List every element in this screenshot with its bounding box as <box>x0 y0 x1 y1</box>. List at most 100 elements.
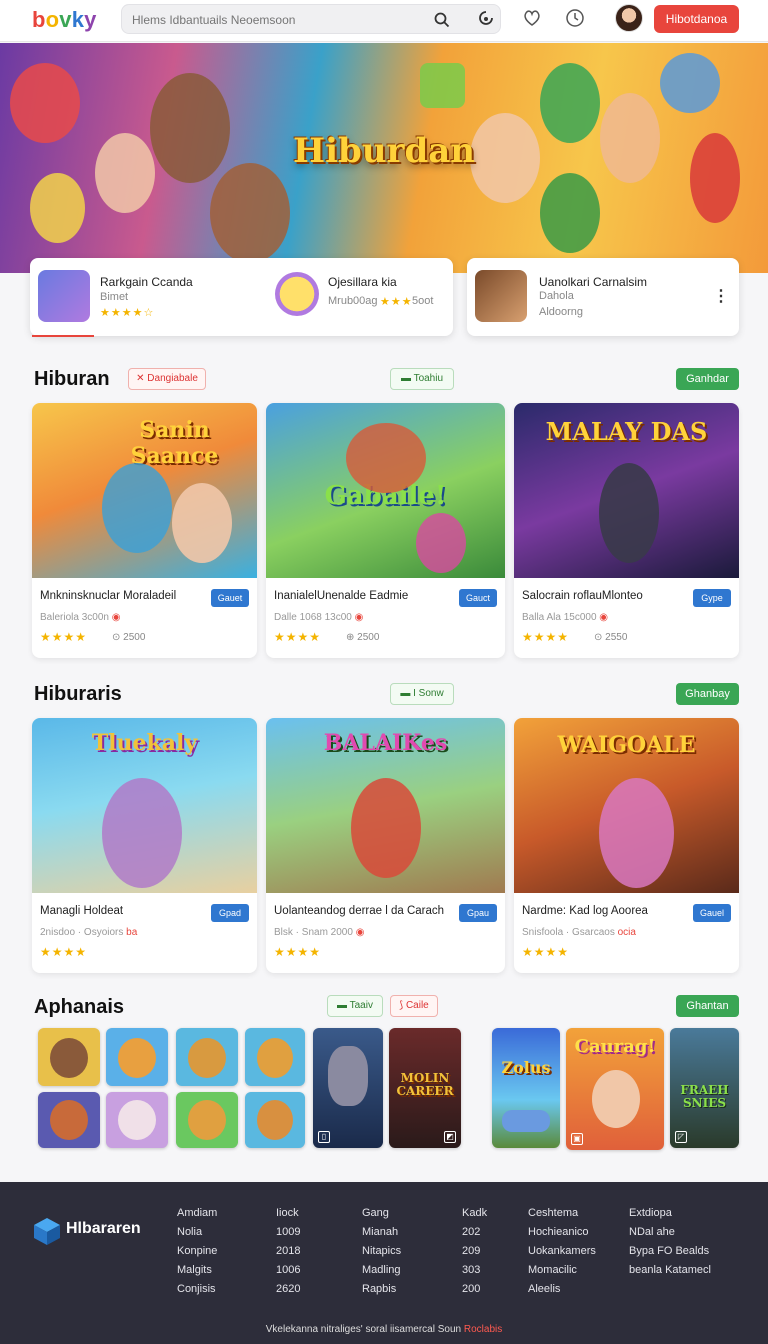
featured-thumbnail[interactable] <box>38 270 90 322</box>
game-title[interactable]: Uolanteandog derrae l da Carach <box>274 905 444 917</box>
game-card[interactable]: Tluekaly Managli Holdeat Gpad 2nisdoo · … <box>32 718 257 973</box>
footer-link[interactable]: Ceshtema <box>528 1204 596 1223</box>
footer-link[interactable]: Gang <box>362 1204 401 1223</box>
game-card[interactable]: BALAIKes Uolanteandog derrae l da Carach… <box>266 718 505 973</box>
game-title[interactable]: Inanialel​Unenalde Eadmie <box>274 590 408 602</box>
game-tag[interactable]: Gauet <box>211 589 249 607</box>
game-tag[interactable]: Gpau <box>459 904 497 922</box>
filter-chip[interactable]: ▬ I Sonw <box>390 683 454 705</box>
badge-icon: ◉ <box>111 612 121 623</box>
game-thumbnail[interactable]: Sanin Saance <box>32 403 257 578</box>
game-poster[interactable]: Caurag! ▣ <box>566 1028 664 1150</box>
filter-chip[interactable]: ▬ Taaiv <box>327 995 383 1017</box>
cube-logo-icon[interactable] <box>32 1216 62 1246</box>
footer-link[interactable]: Iiock <box>276 1204 300 1223</box>
game-tile[interactable] <box>245 1092 305 1148</box>
game-card[interactable]: Gabaile! Inanialel​Unenalde Eadmie Gauct… <box>266 403 505 658</box>
footer-link[interactable]: Nolia <box>177 1223 217 1242</box>
filter-chip[interactable]: ⟆ Caile <box>390 995 438 1017</box>
play-count: ⊙ 2500 <box>112 632 146 643</box>
game-thumbnail[interactable]: WAIGOALE <box>514 718 739 893</box>
game-poster[interactable]: FRAEH SNIES ◸ <box>670 1028 739 1148</box>
game-tag[interactable]: Gauel <box>693 904 731 922</box>
featured-thumbnail[interactable] <box>275 272 319 316</box>
game-character <box>172 483 232 563</box>
footer-link[interactable]: 2620 <box>276 1280 300 1299</box>
footer-link[interactable]: 202 <box>462 1223 487 1242</box>
footer-link[interactable]: 209 <box>462 1242 487 1261</box>
game-tile[interactable] <box>176 1028 238 1086</box>
game-title[interactable]: Salocrain roflauMlonteo <box>522 590 643 602</box>
character-face <box>592 1070 640 1128</box>
microphone-icon[interactable] <box>477 10 495 28</box>
footer-link[interactable]: 200 <box>462 1280 487 1299</box>
footer-link[interactable]: Momacilic <box>528 1261 596 1280</box>
copyright-text: Vkelekanna nitraliges' soral iisamercal … <box>265 1324 462 1335</box>
footer-link[interactable]: Uokankamers <box>528 1242 596 1261</box>
game-tile[interactable] <box>38 1092 100 1148</box>
game-thumbnail[interactable]: Tluekaly <box>32 718 257 893</box>
game-tile[interactable] <box>38 1028 100 1086</box>
footer-link[interactable]: beanla Katamecl <box>629 1261 711 1280</box>
game-poster[interactable]: Zolus <box>492 1028 560 1148</box>
section-action-button[interactable]: Ghantan <box>676 995 739 1017</box>
game-tile[interactable] <box>106 1028 168 1086</box>
filter-chip[interactable]: ▬ Toahiu <box>390 368 454 390</box>
footer-link[interactable]: Hochieanico <box>528 1223 596 1242</box>
footer-link[interactable]: Kadk <box>462 1204 487 1223</box>
footer-link[interactable]: NDal ahe <box>629 1223 711 1242</box>
footer-link[interactable]: Konpine <box>177 1242 217 1261</box>
hero-banner[interactable]: Hiburdan <box>0 43 768 273</box>
footer-link[interactable]: Rapbis <box>362 1280 401 1299</box>
footer-link[interactable]: Madling <box>362 1261 401 1280</box>
search-input[interactable] <box>132 11 422 29</box>
user-avatar[interactable] <box>615 4 643 32</box>
footer-link[interactable]: Aleelis <box>528 1280 596 1299</box>
game-card[interactable]: WAIGOALE Nardme: Kad log Aoorea Gauel Sn… <box>514 718 739 973</box>
search-icon[interactable] <box>433 11 451 29</box>
game-poster[interactable]: ▯ <box>313 1028 383 1148</box>
game-tile[interactable] <box>106 1092 168 1148</box>
section-action-button[interactable]: Ghanbay <box>676 683 739 705</box>
section-action-button[interactable]: Ganhdar <box>676 368 739 390</box>
game-tag[interactable]: Gauct <box>459 589 497 607</box>
site-logo[interactable]: bovky <box>32 7 97 33</box>
game-title[interactable]: Mnkninsknuclar Moraladeil <box>40 590 176 602</box>
game-card[interactable]: Sanin Saance Mnkninsknuclar Moraladeil G… <box>32 403 257 658</box>
featured-thumbnail[interactable] <box>475 270 527 322</box>
featured-title[interactable]: Ojesillara kia <box>328 275 397 289</box>
game-tag[interactable]: Gpad <box>211 904 249 922</box>
heart-icon[interactable] <box>521 7 543 29</box>
game-card[interactable]: MALAY DAS Salocrain roflauMlonteo Gype B… <box>514 403 739 658</box>
featured-title[interactable]: Uanolkari Carnalsim <box>539 275 647 289</box>
footer-link[interactable]: Nitapics <box>362 1242 401 1261</box>
footer-link[interactable]: 1009 <box>276 1223 300 1242</box>
filter-chip[interactable]: ✕ Dangiabale <box>128 368 206 390</box>
clock-icon[interactable] <box>564 7 586 29</box>
game-tile[interactable] <box>176 1092 238 1148</box>
footer-link[interactable]: Bypa FO Bealds <box>629 1242 711 1261</box>
platform-icon: ◩ <box>444 1131 456 1143</box>
game-thumbnail[interactable]: MALAY DAS <box>514 403 739 578</box>
game-thumbnail[interactable]: BALAIKes <box>266 718 505 893</box>
game-title[interactable]: Managli Holdeat <box>40 905 123 917</box>
footer-link[interactable]: Conjisis <box>177 1280 217 1299</box>
game-title[interactable]: Nardme: Kad log Aoorea <box>522 905 648 917</box>
header-cta-button[interactable]: Hibotdanoa <box>654 5 739 33</box>
footer-link[interactable]: 1006 <box>276 1261 300 1280</box>
footer-link[interactable]: 303 <box>462 1261 487 1280</box>
footer-link[interactable]: Extdiopa <box>629 1204 711 1223</box>
footer-link[interactable]: 2018 <box>276 1242 300 1261</box>
game-thumbnail[interactable]: Gabaile! <box>266 403 505 578</box>
more-options-icon[interactable]: ⋮ <box>713 286 729 306</box>
footer-link[interactable]: Amdiam <box>177 1204 217 1223</box>
footer-link[interactable]: Mianah <box>362 1223 401 1242</box>
game-poster[interactable]: MOLIN CAREER ◩ <box>389 1028 461 1148</box>
game-tag[interactable]: Gype <box>693 589 731 607</box>
footer-link[interactable]: Malgits <box>177 1261 217 1280</box>
featured-title[interactable]: Rarkgain Ccanda <box>100 275 193 289</box>
thumbnail-title: BALAIKes <box>323 730 448 756</box>
footer-brand[interactable]: Hlbararen <box>66 1220 141 1238</box>
game-tile[interactable] <box>245 1028 305 1086</box>
copyright-link[interactable]: Roclabis <box>464 1324 502 1335</box>
